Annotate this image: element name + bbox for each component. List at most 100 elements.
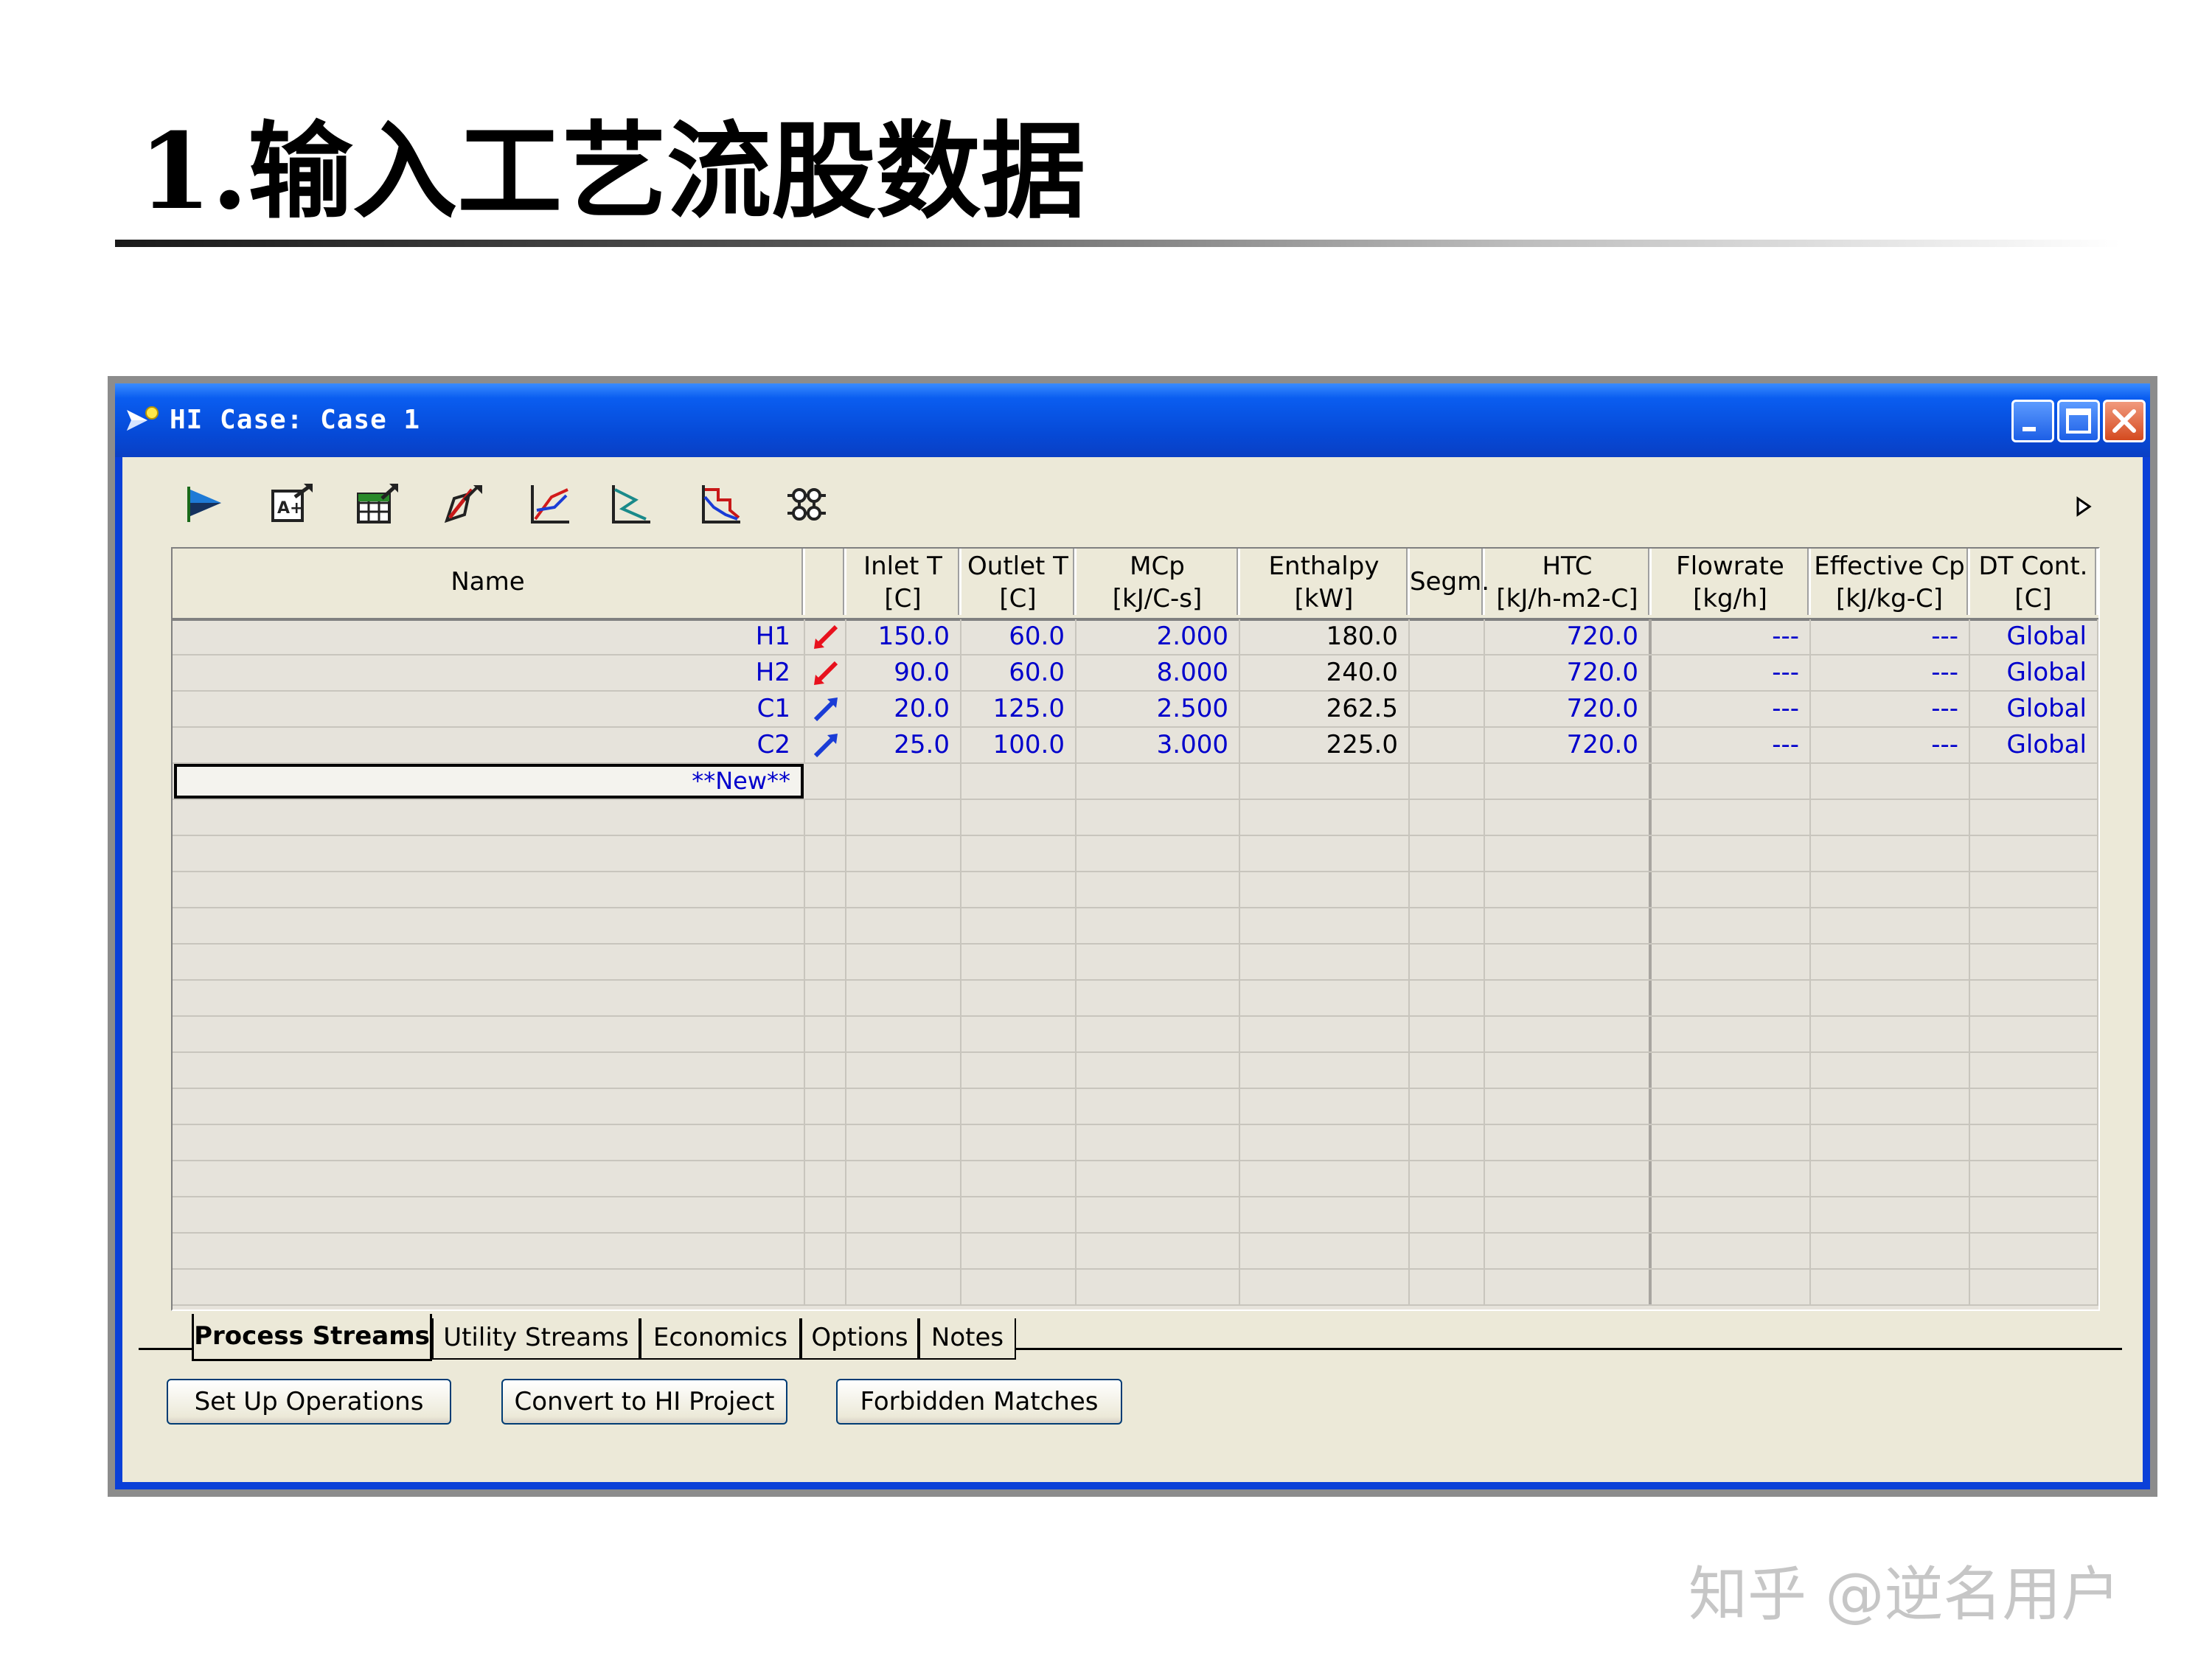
cell-enthalpy[interactable]	[1240, 908, 1410, 943]
convert-to-hi-project-button[interactable]: Convert to HI Project	[501, 1379, 787, 1425]
cell-dt-cont[interactable]	[1970, 872, 2098, 907]
cell-flowrate[interactable]	[1652, 1053, 1811, 1088]
cell-htc[interactable]	[1485, 1089, 1652, 1124]
toolbar-overflow-arrow-icon[interactable]	[2075, 495, 2093, 518]
minimize-button[interactable]	[2011, 400, 2054, 442]
cell-inlet-t[interactable]	[846, 1270, 961, 1304]
cell-mcp[interactable]	[1077, 872, 1240, 907]
cell-dt-cont[interactable]	[1970, 908, 2098, 943]
column-header-inlet-t[interactable]: Inlet T [C]	[846, 549, 961, 615]
cell-outlet-t[interactable]: 125.0	[961, 692, 1077, 726]
cell-dt-cont[interactable]	[1970, 1234, 2098, 1268]
cell-outlet-t[interactable]	[961, 1017, 1077, 1051]
cell-direction[interactable]	[805, 1017, 846, 1051]
cell-effective-cp[interactable]	[1811, 1053, 1970, 1088]
cell-segm[interactable]	[1410, 800, 1485, 835]
cell-htc[interactable]	[1485, 1125, 1652, 1160]
cell-name[interactable]: H1	[173, 619, 805, 654]
cell-mcp[interactable]	[1077, 1053, 1240, 1088]
cell-effective-cp[interactable]	[1811, 836, 1970, 871]
cell-mcp[interactable]	[1077, 764, 1240, 799]
cell-htc[interactable]	[1485, 1053, 1652, 1088]
cell-dt-cont[interactable]	[1970, 1161, 2098, 1196]
cell-outlet-t[interactable]	[961, 981, 1077, 1015]
composite-curve-icon[interactable]	[525, 481, 572, 528]
cell-segm[interactable]	[1410, 1161, 1485, 1196]
cell-flowrate[interactable]	[1652, 1234, 1811, 1268]
grand-composite-icon[interactable]	[606, 481, 653, 528]
tab-options[interactable]: Options	[801, 1318, 919, 1360]
cell-inlet-t[interactable]	[846, 1197, 961, 1232]
cell-flowrate[interactable]	[1652, 1197, 1811, 1232]
cell-segm[interactable]	[1410, 1197, 1485, 1232]
cell-name[interactable]	[173, 1017, 805, 1051]
cell-segm[interactable]	[1410, 619, 1485, 654]
cell-dt-cont[interactable]	[1970, 1197, 2098, 1232]
cell-segm[interactable]	[1410, 1234, 1485, 1268]
cell-name[interactable]	[173, 908, 805, 943]
cell-enthalpy[interactable]	[1240, 1161, 1410, 1196]
cell-segm[interactable]	[1410, 1125, 1485, 1160]
cell-inlet-t[interactable]	[846, 764, 961, 799]
cell-htc[interactable]	[1485, 836, 1652, 871]
cell-htc[interactable]	[1485, 1234, 1652, 1268]
cell-outlet-t[interactable]: 60.0	[961, 655, 1077, 690]
cell-flowrate[interactable]	[1652, 1270, 1811, 1304]
cell-name[interactable]: C1	[173, 692, 805, 726]
column-header-enthalpy[interactable]: Enthalpy [kW]	[1240, 549, 1410, 615]
cell-mcp[interactable]	[1077, 945, 1240, 979]
cell-segm[interactable]	[1410, 908, 1485, 943]
cell-segm[interactable]	[1410, 1053, 1485, 1088]
cell-outlet-t[interactable]	[961, 764, 1077, 799]
cell-flowrate[interactable]	[1652, 1089, 1811, 1124]
set-up-operations-button[interactable]: Set Up Operations	[167, 1379, 451, 1425]
cell-effective-cp[interactable]	[1811, 872, 1970, 907]
cell-mcp[interactable]	[1077, 908, 1240, 943]
cell-enthalpy[interactable]: 240.0	[1240, 655, 1410, 690]
cell-mcp[interactable]	[1077, 1197, 1240, 1232]
cell-dt-cont[interactable]: Global	[1970, 692, 2098, 726]
cell-dt-cont[interactable]: Global	[1970, 655, 2098, 690]
cell-outlet-t[interactable]: 100.0	[961, 728, 1077, 762]
cell-direction[interactable]	[805, 655, 846, 690]
cell-flowrate[interactable]: ---	[1652, 619, 1811, 654]
cell-inlet-t[interactable]	[846, 1053, 961, 1088]
cell-enthalpy[interactable]	[1240, 1053, 1410, 1088]
cell-outlet-t[interactable]	[961, 1125, 1077, 1160]
cell-enthalpy[interactable]	[1240, 800, 1410, 835]
cell-flowrate[interactable]	[1652, 836, 1811, 871]
cell-effective-cp[interactable]: ---	[1811, 619, 1970, 654]
stream-wizard-icon[interactable]	[181, 481, 229, 528]
data-table-icon[interactable]	[354, 481, 401, 528]
cell-segm[interactable]	[1410, 764, 1485, 799]
cell-outlet-t[interactable]	[961, 1089, 1077, 1124]
cell-name[interactable]	[173, 872, 805, 907]
cell-enthalpy[interactable]	[1240, 1089, 1410, 1124]
cell-mcp[interactable]	[1077, 1017, 1240, 1051]
cell-htc[interactable]: 720.0	[1485, 728, 1652, 762]
cell-name[interactable]	[173, 1270, 805, 1304]
cell-mcp[interactable]	[1077, 836, 1240, 871]
cell-flowrate[interactable]	[1652, 981, 1811, 1015]
cell-mcp[interactable]: 8.000	[1077, 655, 1240, 690]
cell-flowrate[interactable]	[1652, 945, 1811, 979]
cell-mcp[interactable]	[1077, 1125, 1240, 1160]
cell-htc[interactable]	[1485, 945, 1652, 979]
cell-name[interactable]	[173, 1089, 805, 1124]
cell-effective-cp[interactable]	[1811, 908, 1970, 943]
cell-inlet-t[interactable]	[846, 1161, 961, 1196]
tab-utility-streams[interactable]: Utility Streams	[432, 1318, 640, 1360]
cell-direction[interactable]	[805, 1125, 846, 1160]
cell-name[interactable]	[173, 1053, 805, 1088]
forbidden-matches-button[interactable]: Forbidden Matches	[836, 1379, 1122, 1425]
column-header-dt-cont[interactable]: DT Cont. [C]	[1970, 549, 2098, 615]
cell-outlet-t[interactable]	[961, 872, 1077, 907]
cell-name[interactable]: H2	[173, 655, 805, 690]
cell-dt-cont[interactable]	[1970, 981, 2098, 1015]
cell-inlet-t[interactable]	[846, 800, 961, 835]
cell-enthalpy[interactable]	[1240, 1234, 1410, 1268]
cell-name[interactable]	[173, 1234, 805, 1268]
cell-name[interactable]	[173, 1125, 805, 1160]
cell-segm[interactable]	[1410, 981, 1485, 1015]
cell-dt-cont[interactable]	[1970, 1270, 2098, 1304]
